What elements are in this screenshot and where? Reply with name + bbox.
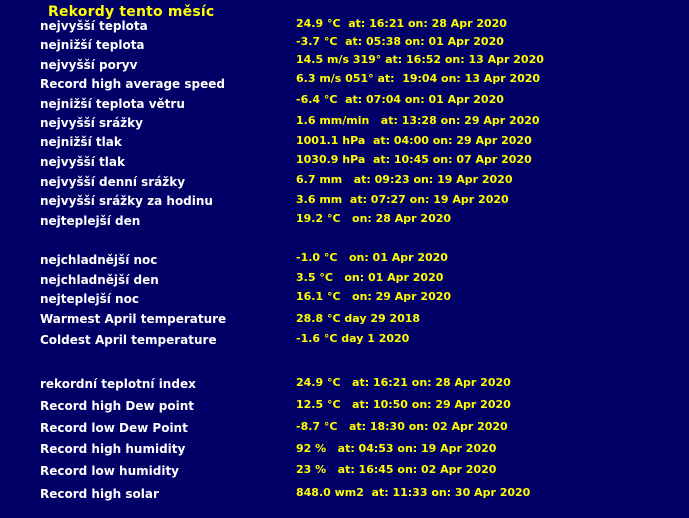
record-value: -1.6 °C day 1 2020 [296,332,410,345]
record-label: Record low humidity [40,464,180,478]
record-label: Warmest April temperature [40,312,227,326]
record-label: nejvyšší denní srážky [40,175,186,189]
record-value: 6.3 m/s 051° at: 19:04 on: 13 Apr 2020 [296,72,541,85]
record-label: nejnižší tlak [40,135,122,149]
record-value: 12.5 °C at: 10:50 on: 29 Apr 2020 [296,398,511,411]
record-label: nejvyšší teplota [40,19,148,33]
record-value: 24.9 °C at: 16:21 on: 28 Apr 2020 [296,17,507,30]
record-value: 3.6 mm at: 07:27 on: 19 Apr 2020 [296,193,509,206]
record-label: nejchladnější den [40,273,159,287]
record-value: 1030.9 hPa at: 10:45 on: 07 Apr 2020 [296,153,532,166]
record-value: 848.0 wm2 at: 11:33 on: 30 Apr 2020 [296,486,531,499]
record-value: 24.9 °C at: 16:21 on: 28 Apr 2020 [296,376,511,389]
record-value: 1001.1 hPa at: 04:00 on: 29 Apr 2020 [296,134,532,147]
record-value: -3.7 °C at: 05:38 on: 01 Apr 2020 [296,35,504,48]
record-label: nejteplejší den [40,214,141,228]
record-label: Coldest April temperature [40,333,217,347]
record-label: Record high humidity [40,442,186,456]
record-label: nejvyšší srážky [40,116,143,130]
record-value: 1.6 mm/min at: 13:28 on: 29 Apr 2020 [296,114,540,127]
record-value: 19.2 °C on: 28 Apr 2020 [296,212,452,225]
record-value: -1.0 °C on: 01 Apr 2020 [296,251,448,264]
record-value: 3.5 °C on: 01 Apr 2020 [296,271,444,284]
record-label: nejchladnější noc [40,253,158,267]
record-value: 23 % at: 16:45 on: 02 Apr 2020 [296,463,497,476]
page-title: Rekordy tento měsíc [48,4,215,20]
record-label: Record high average speed [40,77,225,91]
record-value: 16.1 °C on: 29 Apr 2020 [296,290,452,303]
record-value: -8.7 °C at: 18:30 on: 02 Apr 2020 [296,420,508,433]
record-value: 28.8 °C day 29 2018 [296,312,421,325]
record-label: nejvyšší srážky za hodinu [40,194,213,208]
record-label: rekordní teplotní index [40,377,196,391]
record-label: nejnižší teplota větru [40,97,185,111]
record-label: nejvyšší poryv [40,58,138,72]
record-value: 92 % at: 04:53 on: 19 Apr 2020 [296,442,497,455]
record-value: 6.7 mm at: 09:23 on: 19 Apr 2020 [296,173,513,186]
record-label: nejvyšší tlak [40,155,125,169]
record-label: nejteplejší noc [40,292,139,306]
record-value: -6.4 °C at: 07:04 on: 01 Apr 2020 [296,93,504,106]
record-label: nejnižší teplota [40,38,145,52]
record-label: Record low Dew Point [40,421,188,435]
record-label: Record high Dew point [40,399,194,413]
record-value: 14.5 m/s 319° at: 16:52 on: 13 Apr 2020 [296,53,544,66]
record-label: Record high solar [40,487,159,501]
